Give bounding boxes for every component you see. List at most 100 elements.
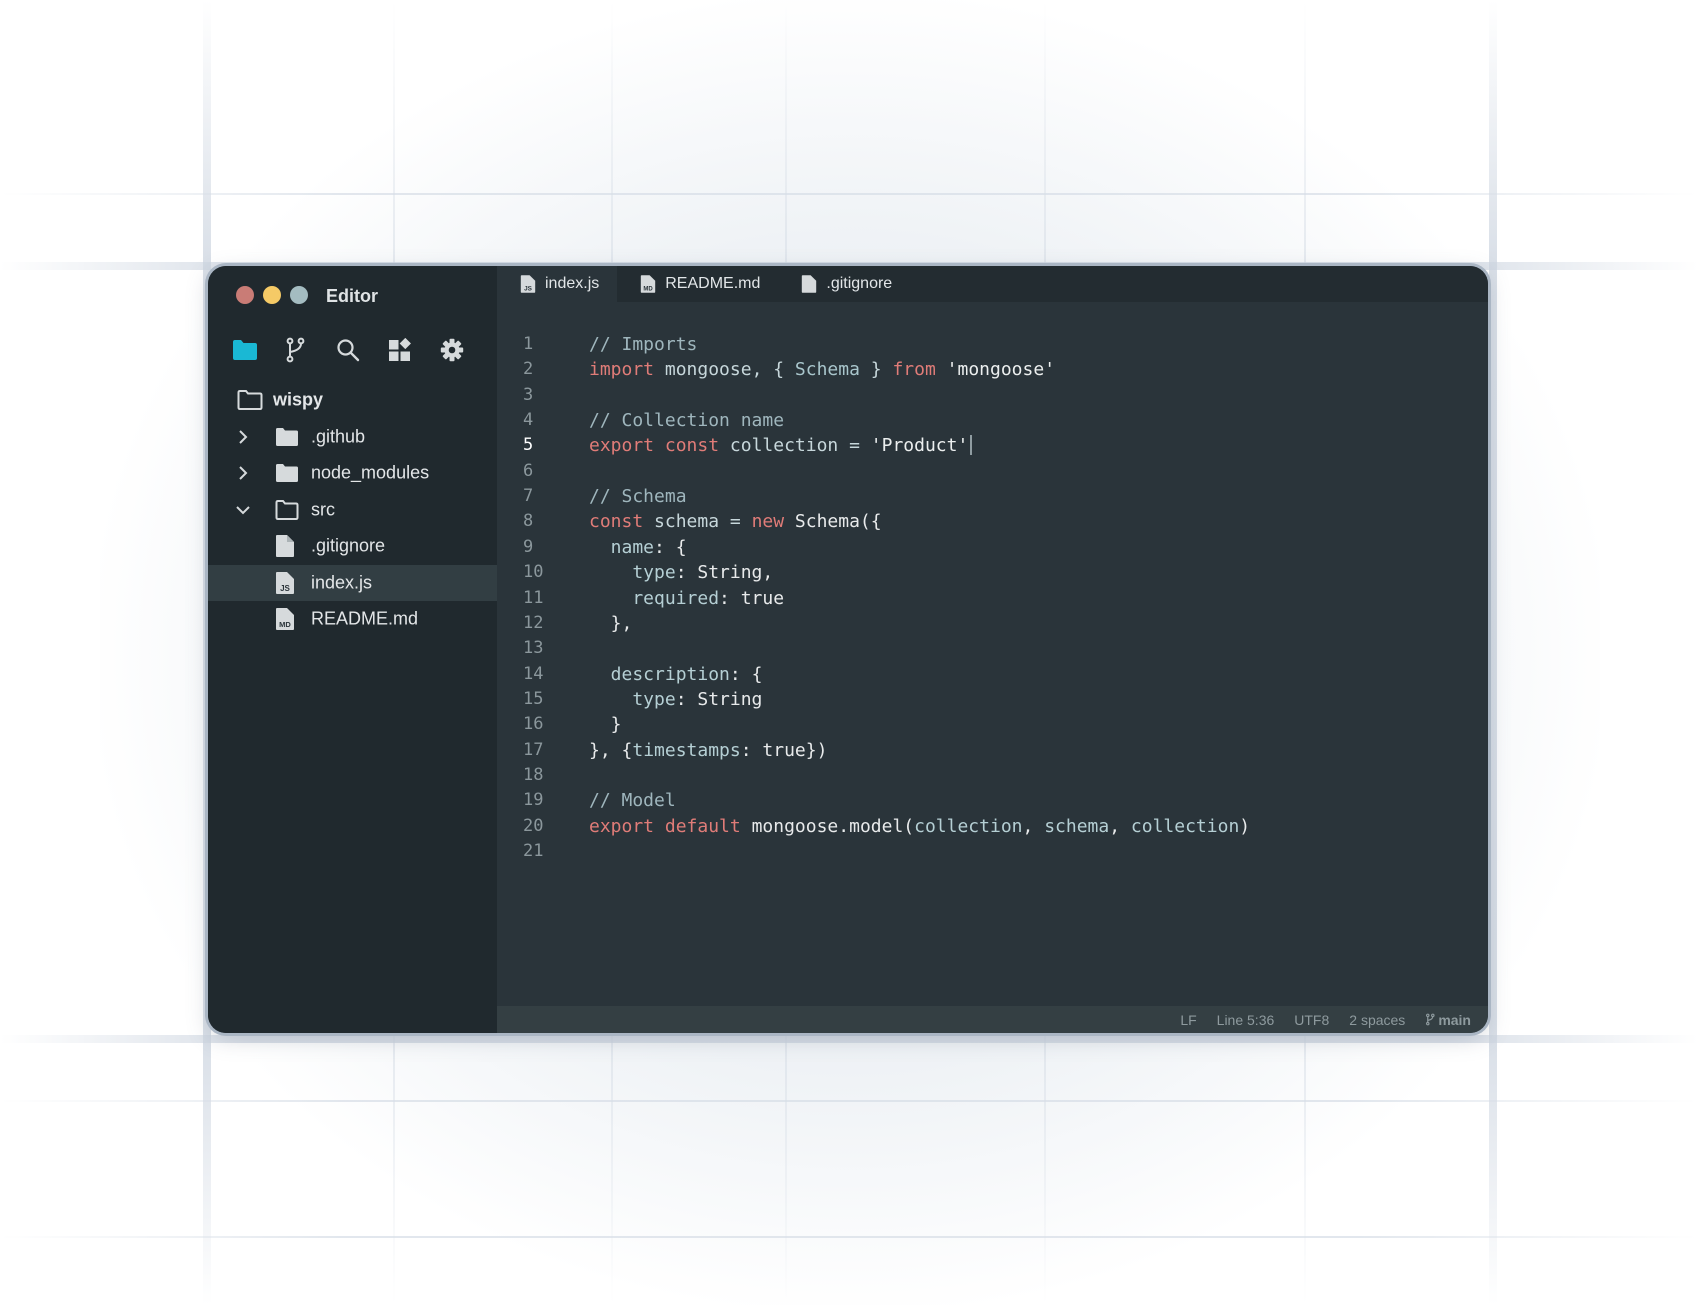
tree-root-folder[interactable]: wispy: [208, 382, 497, 419]
line-number: 13: [523, 638, 544, 659]
code-token: export: [589, 435, 655, 457]
explorer-button[interactable]: [232, 336, 284, 364]
code-token: collection: [1130, 815, 1240, 837]
line-ending-indicator[interactable]: LF: [1180, 1012, 1196, 1028]
tree-item-label: .gitignore: [311, 535, 386, 556]
code-token: default: [664, 815, 741, 837]
tree-item-label: .github: [311, 426, 366, 447]
code-text: // Schema: [589, 484, 687, 509]
code-token: // Model: [589, 790, 676, 812]
code-token: ): [1239, 815, 1251, 837]
editor-window: Editor wispy .github node_modules src .g…: [208, 266, 1488, 1033]
grid-line: [0, 193, 1698, 195]
line-number: 14: [523, 663, 544, 684]
line-number: 3: [523, 384, 534, 405]
line-number: 4: [523, 410, 534, 431]
status-bar: LF Line 5:36 UTF8 2 spaces main: [497, 1006, 1488, 1033]
tree-item-src[interactable]: src: [208, 492, 497, 529]
tree-item-readme[interactable]: MD README.md: [208, 601, 497, 638]
tree-item-label: node_modules: [311, 462, 430, 483]
code-token: import: [589, 359, 655, 381]
file-icon: [276, 535, 294, 558]
zoom-button[interactable]: [290, 286, 308, 304]
svg-text:MD: MD: [279, 620, 291, 629]
git-branch-icon: [286, 337, 305, 363]
tab-label: index.js: [545, 275, 600, 292]
cursor-position[interactable]: Line 5:36: [1217, 1012, 1275, 1028]
line-number: 9: [523, 536, 534, 557]
code-text: // Imports: [589, 332, 697, 357]
settings-button[interactable]: [440, 336, 492, 364]
source-control-button[interactable]: [284, 336, 336, 364]
grid-line: [0, 1236, 1698, 1238]
line-number: 19: [523, 790, 544, 811]
file-icon: [802, 275, 817, 293]
code-token: collection: [914, 815, 1023, 837]
file-explorer: wispy .github node_modules src .gitignor…: [208, 382, 497, 638]
tab-bar: JS index.js MD README.md .gitignore: [497, 266, 1488, 302]
code-token: : true: [719, 587, 785, 609]
tree-root-label: wispy: [273, 389, 324, 410]
svg-text:MD: MD: [644, 286, 654, 292]
code-text: // Collection name: [589, 408, 784, 433]
search-icon: [337, 339, 360, 362]
code-editor[interactable]: 1 // Imports 2 import mongoose, { Schema } …: [497, 302, 1488, 1006]
code-token: const: [664, 435, 720, 457]
window-controls: [236, 286, 308, 304]
code-token: : String: [675, 688, 763, 710]
svg-text:JS: JS: [280, 584, 290, 593]
folder-icon: [233, 340, 257, 360]
search-button[interactable]: [336, 336, 388, 364]
code-token: description: [589, 663, 730, 685]
code-token: from: [892, 359, 936, 381]
sidebar: Editor wispy .github node_modules src .g…: [208, 266, 497, 1033]
js-file-icon: JS: [276, 571, 294, 594]
folder-open-icon: [237, 390, 263, 411]
line-number: 2: [523, 359, 534, 380]
encoding-indicator[interactable]: UTF8: [1294, 1012, 1329, 1028]
code-token: export: [589, 815, 655, 837]
line-number: 18: [523, 764, 544, 785]
line-number: 21: [523, 841, 544, 861]
tree-item-github[interactable]: .github: [208, 419, 497, 456]
code-text: // Model: [589, 788, 676, 813]
code-token: const: [589, 511, 644, 533]
tab-gitignore[interactable]: .gitignore: [778, 266, 910, 302]
indentation-indicator[interactable]: 2 spaces: [1349, 1012, 1405, 1028]
code-text: }, {timestamps: true}): [589, 738, 827, 763]
js-file-icon: JS: [520, 275, 536, 293]
chevron-down-icon[interactable]: [235, 502, 251, 518]
line-number: 11: [523, 587, 544, 608]
folder-open-icon: [275, 499, 299, 520]
branch-indicator[interactable]: main: [1425, 1012, 1471, 1028]
close-button[interactable]: [236, 286, 254, 304]
line-number: 17: [523, 739, 544, 760]
tab-readme-md[interactable]: MD README.md: [617, 266, 778, 302]
line-number: 8: [523, 511, 534, 532]
tree-item-node-modules[interactable]: node_modules: [208, 455, 497, 492]
tab-label: README.md: [665, 275, 761, 292]
code-token: ,: [1022, 815, 1045, 837]
line-number: 1: [523, 334, 534, 354]
code-text: type: String,: [589, 560, 773, 585]
code-token: ,: [1109, 815, 1131, 837]
extensions-button[interactable]: [388, 336, 440, 364]
app-title: Editor: [326, 286, 378, 306]
text-cursor: [970, 435, 973, 456]
line-number: 7: [523, 486, 534, 507]
code-token: }, {: [589, 739, 633, 761]
code-text: import mongoose, { Schema } from 'mongoo…: [589, 357, 1055, 382]
code-token: }: [859, 359, 893, 381]
tab-index-js[interactable]: JS index.js: [497, 266, 618, 302]
gear-icon: [440, 338, 464, 362]
chevron-right-icon[interactable]: [235, 465, 251, 481]
code-token: required: [589, 587, 720, 609]
tree-item-gitignore[interactable]: .gitignore: [208, 528, 497, 565]
line-number: 10: [523, 562, 544, 583]
minimize-button[interactable]: [263, 286, 281, 304]
chevron-right-icon[interactable]: [235, 429, 251, 445]
md-file-icon: MD: [641, 275, 656, 293]
tree-item-index-js[interactable]: JS index.js: [208, 564, 497, 601]
code-text: name: {: [589, 535, 687, 560]
